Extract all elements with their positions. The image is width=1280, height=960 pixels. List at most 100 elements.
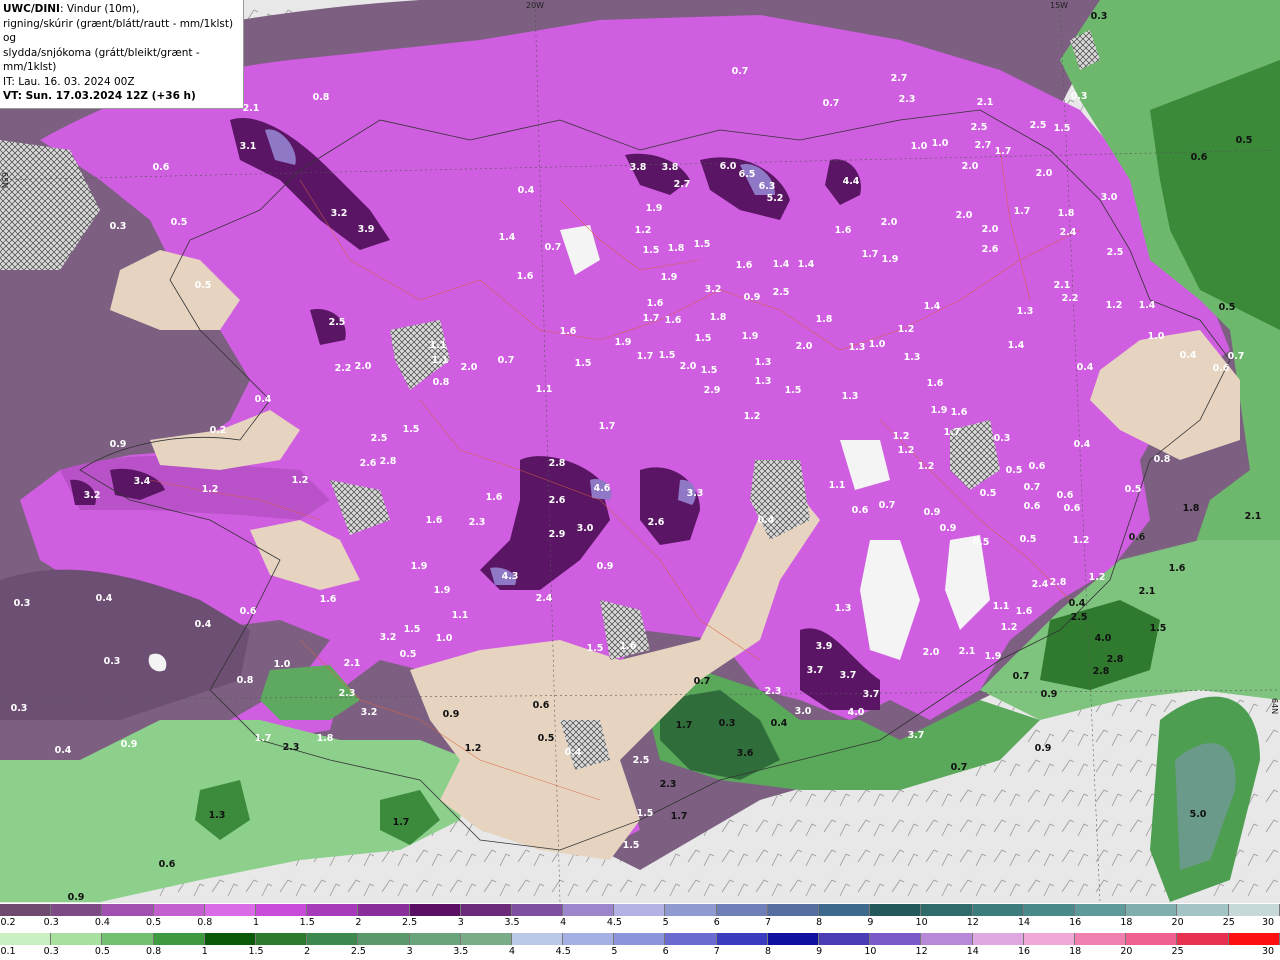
precip-value: 1.6	[320, 594, 337, 605]
legend-label: 16	[1017, 946, 1031, 957]
precip-value: 1.8	[668, 243, 685, 254]
legend-label: 2	[355, 917, 362, 928]
precip-value: 2.9	[549, 529, 566, 540]
legend-label: 3.5	[453, 946, 469, 957]
legend-swatch	[409, 933, 461, 945]
precip-value: 0.4	[1077, 362, 1094, 373]
precip-value: 0.7	[1228, 351, 1245, 362]
legend-label: 12	[915, 946, 928, 957]
precip-value: 1.1	[432, 355, 449, 366]
precip-value: 1.1	[452, 610, 469, 621]
legend-swatch	[563, 904, 615, 916]
precip-value: 0.3	[11, 703, 28, 714]
legend-label: 18	[1069, 946, 1082, 957]
precip-value: 2.7	[975, 140, 992, 151]
legend-swatch	[307, 933, 359, 945]
precip-value: 2.0	[923, 647, 940, 658]
legend-swatch	[511, 904, 564, 916]
grid-label-15w: 15W	[1050, 1, 1068, 10]
precip-value: 0.3	[1071, 91, 1088, 102]
precip-value: 2.5	[1030, 120, 1047, 131]
precip-value: 3.2	[331, 208, 348, 219]
legend-label: 30	[1261, 946, 1275, 957]
precip-value: 2.7	[891, 73, 908, 84]
map-info-box: UWC/DINI: Vindur (10m), rigning/skúrir (…	[0, 0, 244, 109]
legend-swatch	[665, 933, 717, 945]
legend-swatch	[563, 933, 615, 945]
precip-value: 0.5	[973, 537, 990, 548]
precip-value: 2.3	[765, 686, 782, 697]
weather-map: 20W 15W 65N 64N 1.5 2.1 0.8 3.1 3.2 3.9 0.6 0.5…	[0, 0, 1280, 902]
legend-swatch	[870, 904, 922, 916]
precip-value: 2.6	[549, 495, 566, 506]
precip-value: 0.7	[545, 242, 562, 253]
precip-value: 1.1	[536, 384, 553, 395]
precip-value: 1.6	[1016, 606, 1033, 617]
legend-swatch	[460, 904, 512, 916]
precip-value: 2.8	[1050, 577, 1067, 588]
precip-value: 6.3	[759, 181, 776, 192]
precip-value: 1.2	[465, 743, 482, 754]
legend-label: 0.5	[146, 917, 162, 928]
precip-value: 2.1	[1245, 511, 1262, 522]
precip-value: 3.0	[1101, 192, 1118, 203]
legend-label: 3.5	[504, 917, 520, 928]
precip-value: 2.4	[1032, 579, 1049, 590]
precip-value: 0.6	[1057, 490, 1074, 501]
precip-value: 2.2	[1062, 293, 1079, 304]
precip-value: 0.8	[1154, 454, 1171, 465]
legend-label: 4	[508, 946, 516, 957]
precip-value: 2.0	[982, 224, 999, 235]
legend-label: 9	[867, 917, 874, 928]
legend-swatch	[358, 933, 410, 945]
precip-value: 0.3	[994, 433, 1011, 444]
precip-value: 6.5	[739, 169, 756, 180]
precip-value: 1.6	[517, 271, 534, 282]
precip-value: 1.6	[486, 492, 503, 503]
legend-label: 4.5	[555, 946, 571, 957]
precip-value: 0.4	[96, 593, 113, 604]
precip-value: 0.7	[1024, 482, 1041, 493]
precip-value: 3.0	[577, 523, 594, 534]
legend-label: 10	[864, 946, 877, 957]
precip-value: 0.6	[852, 505, 869, 516]
precip-value: 1.6	[560, 326, 577, 337]
precip-value: 1.3	[1017, 306, 1034, 317]
precip-value: 1.0	[911, 141, 928, 152]
precip-value: 0.4	[771, 718, 788, 729]
precip-value: 1.2	[1089, 572, 1106, 583]
precip-value: 1.9	[882, 254, 899, 265]
legend-label: 3	[406, 946, 413, 957]
precip-value: 3.8	[630, 162, 647, 173]
precip-value: 0.4	[1069, 598, 1086, 609]
legend-swatch	[716, 933, 768, 945]
precip-value: 0.4	[1180, 350, 1197, 361]
precip-value: 1.6	[620, 641, 637, 652]
precip-value: 0.6	[153, 162, 170, 173]
legend-label: 5	[611, 946, 618, 957]
precip-value: 0.4	[518, 185, 535, 196]
precip-value: 1.4	[1139, 300, 1156, 311]
precip-value: 0.4	[565, 747, 582, 758]
precip-value: 2.6	[648, 517, 665, 528]
legend-label: 1.5	[299, 917, 315, 928]
precip-value: 1.7	[995, 146, 1012, 157]
legend-label: 16	[1069, 917, 1082, 928]
precip-value: 3.3	[687, 488, 704, 499]
legend-swatch	[665, 904, 717, 916]
precip-value: 0.9	[924, 507, 941, 518]
precip-value: 1.3	[842, 391, 859, 402]
precip-value: 1.8	[816, 314, 833, 325]
precip-value: 1.6	[426, 515, 443, 526]
legend-label: 4	[560, 917, 567, 928]
precip-value: 1.5	[623, 840, 640, 851]
precip-value: 0.9	[744, 292, 761, 303]
legend-swatch	[51, 933, 103, 945]
precip-value: 1.3	[209, 810, 226, 821]
legend-label: 1	[252, 917, 260, 928]
legend-label: 14	[966, 946, 979, 957]
precip-value: 2.1	[344, 658, 361, 669]
precip-value: 1.9	[434, 585, 451, 596]
precip-value: 0.5	[1236, 135, 1253, 146]
legend-swatch	[767, 933, 819, 945]
